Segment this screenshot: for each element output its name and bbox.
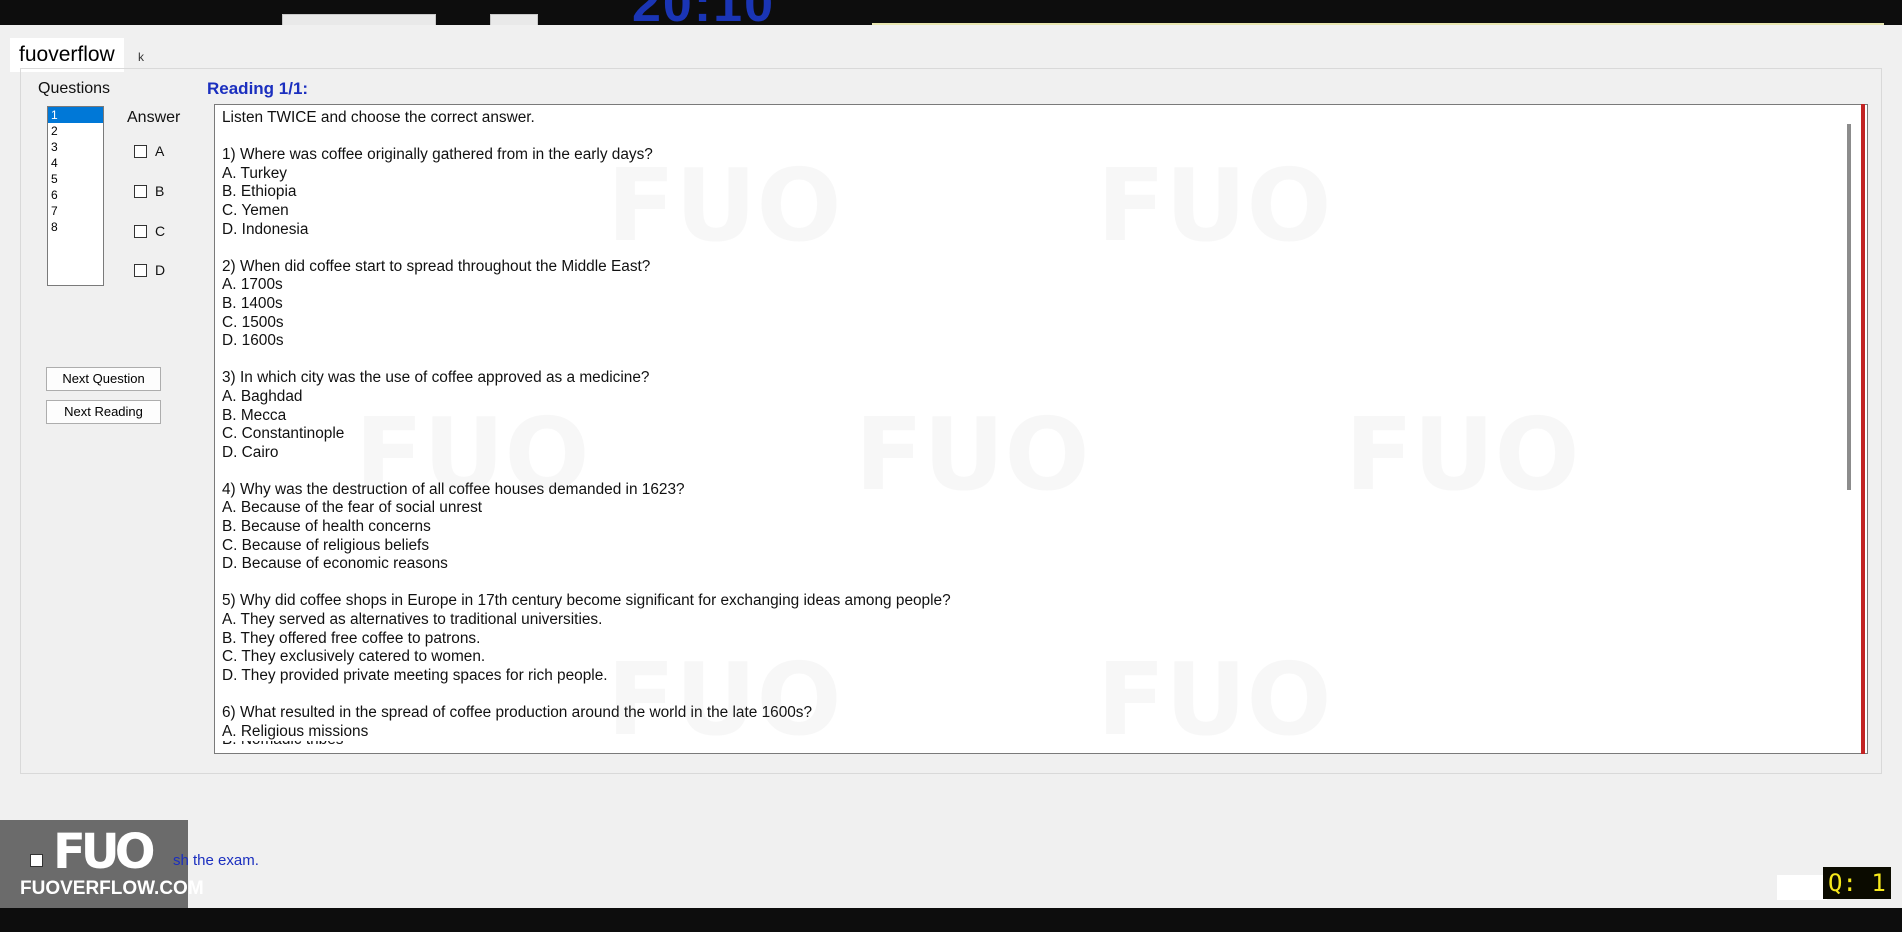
bottom-bar: [0, 908, 1902, 932]
exam-timer: 20:10: [632, 0, 775, 25]
status-field: [1777, 875, 1827, 900]
question-item[interactable]: 3: [48, 139, 103, 155]
question-block: 6) What resulted in the spread of coffee…: [222, 704, 1860, 749]
choice-text: D. Because of economic reasons: [222, 555, 448, 573]
choice-text: A. Because of the fear of social unrest: [222, 499, 483, 517]
choice-text: C. Because of religious beliefs: [222, 536, 430, 554]
choice-text: D. Indonesia: [222, 220, 309, 238]
choice-text: B. Mecca: [222, 406, 287, 424]
question-text: 5) Why did coffee shops in Europe in 17t…: [222, 592, 951, 610]
top-bar: 20:10: [0, 0, 1902, 25]
choice-text: B. They offered free coffee to patrons.: [222, 629, 481, 647]
choice-text: C. Constantinople: [222, 425, 345, 443]
question-block: 4) Why was the destruction of all coffee…: [222, 481, 1860, 574]
question-list[interactable]: 1 2 3 4 5 6 7 8: [47, 106, 104, 286]
status-strip: [872, 23, 1884, 25]
questions-label: Questions: [38, 80, 111, 97]
answer-option-d[interactable]: D: [134, 262, 165, 278]
question-item[interactable]: 1: [48, 107, 103, 123]
instruction-text: Listen TWICE and choose the correct answ…: [222, 109, 535, 126]
choice-text: A. Baghdad: [222, 387, 303, 405]
question-text: 4) Why was the destruction of all coffee…: [222, 480, 685, 498]
reading-textbox[interactable]: FUO FUO FUO FUO FUO FUO FUO Listen TWICE…: [214, 104, 1868, 754]
question-text: 1) Where was coffee originally gathered …: [222, 146, 653, 164]
choice-text: B. Ethiopia: [222, 183, 297, 201]
choice-text: C. 1500s: [222, 313, 284, 331]
checkbox[interactable]: [134, 144, 147, 158]
choice-text: D. Cairo: [222, 443, 279, 461]
answer-option-b[interactable]: B: [134, 183, 164, 199]
question-counter: Q: 1: [1823, 867, 1891, 899]
next-question-button[interactable]: Next Question: [46, 367, 161, 391]
checkbox[interactable]: [30, 854, 43, 867]
question-item[interactable]: 6: [48, 187, 103, 203]
question-text: 2) When did coffee start to spread throu…: [222, 257, 651, 275]
choice-text: D. They provided private meeting spaces …: [222, 666, 608, 684]
choice-text: D. 1600s: [222, 332, 284, 350]
choice-text: A. Religious missions: [222, 722, 369, 740]
choice-text: A. 1700s: [222, 276, 283, 294]
question-text: 6) What resulted in the spread of coffee…: [222, 704, 813, 721]
site-tag: fuoverflow: [10, 38, 124, 72]
question-item[interactable]: 7: [48, 203, 103, 219]
next-reading-button[interactable]: Next Reading: [46, 400, 161, 424]
choice-text: B. Because of health concerns: [222, 518, 431, 536]
choice-text: C. They exclusively catered to women.: [222, 648, 486, 666]
question-text: 3) In which city was the use of coffee a…: [222, 369, 650, 387]
answer-option-a[interactable]: A: [134, 143, 164, 159]
top-small-box[interactable]: [490, 14, 538, 25]
question-block: 5) Why did coffee shops in Europe in 17t…: [222, 592, 1860, 685]
finish-exam-checkbox[interactable]: sh the exam.: [30, 852, 259, 869]
question-item[interactable]: 5: [48, 171, 103, 187]
question-item[interactable]: 8: [48, 219, 103, 235]
top-dropdown[interactable]: [282, 14, 436, 25]
choice-text: A. They served as alternatives to tradit…: [222, 611, 603, 629]
stray-char: k: [138, 50, 144, 64]
checkbox[interactable]: [134, 184, 147, 198]
finish-exam-label: sh the exam.: [173, 852, 259, 869]
scrollbar-thumb[interactable]: [1847, 124, 1851, 490]
question-block: 3) In which city was the use of coffee a…: [222, 369, 1860, 462]
choice-text: B. 1400s: [222, 294, 283, 312]
choice-text: C. Yemen: [222, 201, 289, 219]
logo-site: FUOVERFLOW.COM: [20, 878, 204, 899]
question-block: 1) Where was coffee originally gathered …: [222, 146, 1860, 239]
reading-title: Reading 1/1:: [207, 79, 309, 98]
question-item[interactable]: 4: [48, 155, 103, 171]
red-border-edge: [1861, 104, 1865, 754]
checkbox[interactable]: [134, 224, 147, 238]
choice-text: A. Turkey: [222, 164, 288, 182]
answer-label: Answer: [127, 109, 181, 126]
answer-option-c[interactable]: C: [134, 223, 165, 239]
checkbox[interactable]: [134, 263, 147, 277]
question-item[interactable]: 2: [48, 123, 103, 139]
choice-text: B. Nomadic tribes: [222, 741, 1860, 749]
reading-content: Listen TWICE and choose the correct answ…: [215, 105, 1867, 753]
question-block: 2) When did coffee start to spread throu…: [222, 258, 1860, 351]
